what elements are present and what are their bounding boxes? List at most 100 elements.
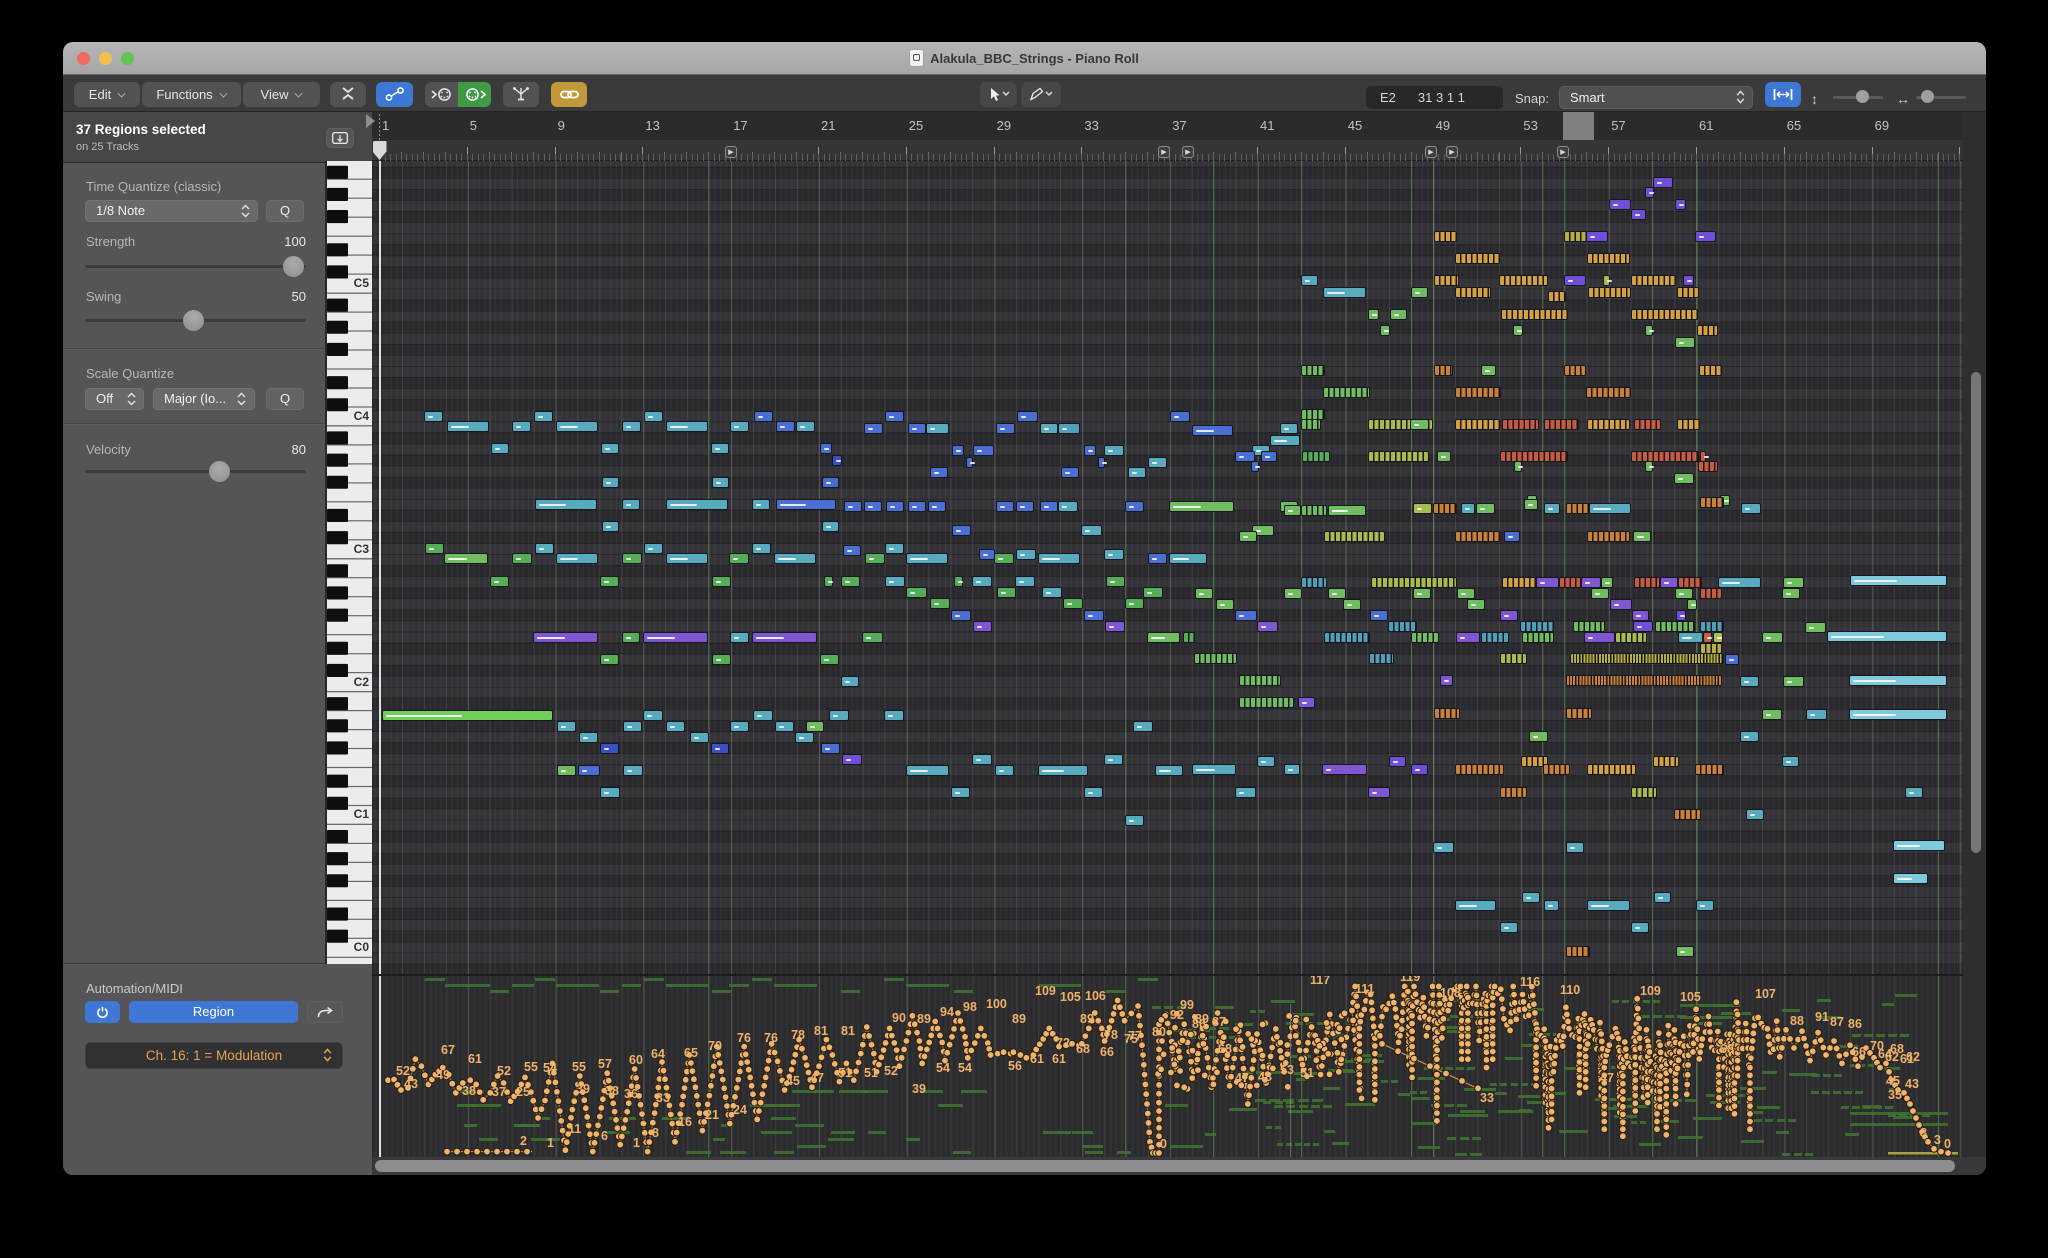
svg-text:90: 90 — [892, 1011, 906, 1025]
svg-text:86: 86 — [1192, 1017, 1206, 1031]
svg-text:119: 119 — [1400, 976, 1420, 984]
svg-text:62: 62 — [1906, 1050, 1920, 1064]
svg-text:99: 99 — [1180, 998, 1194, 1012]
svg-text:3: 3 — [1934, 1133, 1941, 1147]
svg-text:38: 38 — [605, 1084, 619, 1098]
svg-text:89: 89 — [1080, 1012, 1094, 1026]
svg-text:77: 77 — [1128, 1029, 1142, 1043]
svg-text:45: 45 — [786, 1074, 800, 1088]
svg-text:89: 89 — [1012, 1012, 1026, 1026]
svg-text:51: 51 — [1300, 1066, 1314, 1080]
svg-text:36: 36 — [624, 1087, 638, 1101]
svg-text:67: 67 — [441, 1043, 455, 1057]
svg-text:8: 8 — [652, 1126, 659, 1140]
svg-text:117: 117 — [1310, 976, 1330, 987]
svg-text:116: 116 — [1520, 976, 1540, 989]
svg-text:0: 0 — [1944, 1137, 1951, 1151]
svg-text:109: 109 — [1640, 984, 1661, 998]
svg-text:94: 94 — [940, 1005, 954, 1019]
svg-text:53: 53 — [1280, 1063, 1294, 1077]
svg-text:43: 43 — [1905, 1077, 1919, 1091]
svg-text:57: 57 — [598, 1057, 612, 1071]
svg-text:48: 48 — [1258, 1070, 1272, 1084]
svg-text:47: 47 — [1235, 1071, 1249, 1085]
svg-text:1: 1 — [547, 1136, 554, 1150]
svg-text:78: 78 — [1104, 1028, 1118, 1042]
svg-text:61: 61 — [1030, 1052, 1044, 1066]
svg-text:61: 61 — [468, 1052, 482, 1066]
svg-text:35: 35 — [1888, 1088, 1902, 1102]
svg-text:C0: C0 — [354, 940, 370, 954]
svg-text:33: 33 — [1480, 1091, 1494, 1105]
svg-text:47: 47 — [1600, 1071, 1614, 1085]
svg-text:6: 6 — [601, 1129, 608, 1143]
svg-text:49: 49 — [436, 1068, 450, 1082]
svg-text:43: 43 — [404, 1077, 418, 1091]
svg-text:C1: C1 — [354, 807, 370, 821]
svg-text:51: 51 — [838, 1066, 852, 1080]
svg-text:61: 61 — [1052, 1052, 1066, 1066]
svg-text:80: 80 — [1152, 1025, 1166, 1039]
svg-text:66: 66 — [1100, 1045, 1114, 1059]
svg-text:108: 108 — [1440, 986, 1461, 1000]
svg-text:56: 56 — [1008, 1059, 1022, 1073]
svg-text:86: 86 — [1848, 1017, 1862, 1031]
svg-text:100: 100 — [986, 997, 1007, 1011]
svg-text:38: 38 — [462, 1084, 476, 1098]
svg-text:52: 52 — [396, 1064, 410, 1078]
svg-text:78: 78 — [791, 1028, 805, 1042]
svg-text:51: 51 — [864, 1066, 878, 1080]
svg-text:25: 25 — [516, 1085, 530, 1099]
svg-text:106: 106 — [1085, 989, 1106, 1003]
svg-text:72: 72 — [1056, 1036, 1070, 1050]
svg-text:37: 37 — [492, 1085, 506, 1099]
svg-text:60: 60 — [629, 1053, 643, 1067]
svg-text:8: 8 — [1920, 1126, 1927, 1140]
svg-text:87: 87 — [1830, 1015, 1844, 1029]
svg-text:0: 0 — [1160, 1137, 1167, 1151]
svg-text:68: 68 — [1076, 1042, 1090, 1056]
svg-text:21: 21 — [705, 1108, 719, 1122]
svg-text:81: 81 — [814, 1024, 828, 1038]
svg-text:1: 1 — [633, 1136, 640, 1150]
svg-text:98: 98 — [963, 1000, 977, 1014]
svg-text:C2: C2 — [354, 675, 370, 689]
svg-text:C3: C3 — [354, 542, 370, 556]
svg-text:110: 110 — [1560, 983, 1580, 997]
svg-text:C5: C5 — [354, 276, 370, 290]
svg-text:68: 68 — [1720, 1042, 1734, 1056]
svg-text:24: 24 — [733, 1103, 747, 1117]
svg-text:11: 11 — [568, 1122, 581, 1136]
svg-text:47: 47 — [810, 1071, 824, 1085]
svg-text:76: 76 — [737, 1031, 751, 1045]
svg-text:45: 45 — [1886, 1074, 1900, 1088]
svg-text:70: 70 — [708, 1039, 722, 1053]
svg-text:52: 52 — [497, 1064, 511, 1078]
svg-text:2: 2 — [520, 1134, 527, 1148]
svg-text:55: 55 — [572, 1060, 586, 1074]
svg-text:68: 68 — [1218, 1042, 1232, 1056]
svg-text:33: 33 — [656, 1091, 670, 1105]
svg-text:105: 105 — [1680, 990, 1701, 1004]
svg-text:54: 54 — [543, 1061, 557, 1075]
svg-text:111: 111 — [1355, 982, 1375, 996]
svg-text:66: 66 — [1852, 1045, 1866, 1059]
svg-text:54: 54 — [936, 1061, 950, 1075]
svg-text:89: 89 — [917, 1012, 931, 1026]
svg-text:91: 91 — [1815, 1010, 1829, 1024]
svg-text:16: 16 — [678, 1115, 692, 1129]
svg-text:88: 88 — [1790, 1014, 1804, 1028]
svg-text:87: 87 — [1212, 1015, 1226, 1029]
svg-text:76: 76 — [764, 1031, 778, 1045]
svg-text:39: 39 — [576, 1082, 590, 1096]
svg-text:39: 39 — [912, 1082, 926, 1096]
svg-text:55: 55 — [524, 1060, 538, 1074]
svg-text:54: 54 — [958, 1061, 972, 1075]
svg-text:64: 64 — [651, 1047, 665, 1061]
svg-text:105: 105 — [1060, 990, 1081, 1004]
svg-text:81: 81 — [841, 1024, 855, 1038]
svg-text:65: 65 — [684, 1046, 698, 1060]
svg-text:C4: C4 — [354, 409, 370, 423]
svg-text:107: 107 — [1755, 987, 1776, 1001]
svg-text:52: 52 — [884, 1064, 898, 1078]
